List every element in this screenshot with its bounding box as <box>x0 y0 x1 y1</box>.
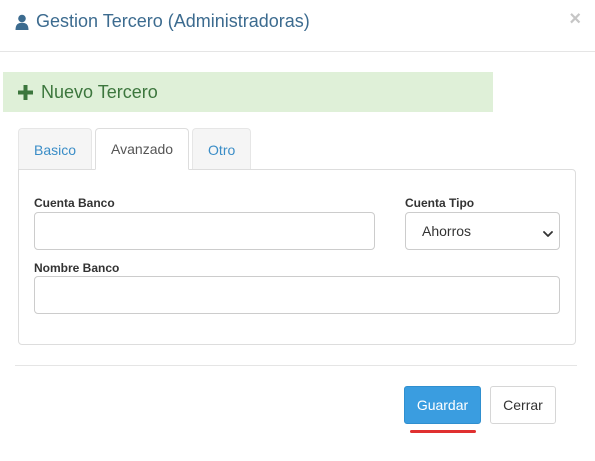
nombre-banco-input[interactable] <box>34 276 560 314</box>
plus-icon <box>18 84 33 100</box>
tab-otro[interactable]: Otro <box>192 128 252 170</box>
chevron-down-icon <box>543 226 553 237</box>
tab-basico[interactable]: Basico <box>18 128 93 170</box>
save-button[interactable]: Guardar <box>404 386 481 424</box>
new-record-banner: Nuevo Tercero <box>3 72 493 112</box>
tab-panel-avanzado: Cuenta Banco Cuenta Tipo Ahorros Nombre … <box>18 169 576 345</box>
cuenta-banco-input[interactable] <box>34 212 375 250</box>
modal-header: Gestion Tercero (Administradoras) × <box>0 0 595 52</box>
banner-title: Nuevo Tercero <box>41 81 158 102</box>
footer-divider <box>15 365 577 366</box>
cuenta-tipo-selected: Ahorros <box>422 223 472 239</box>
nombre-banco-label: Nombre Banco <box>34 261 120 275</box>
tab-bar: Basico Avanzado Otro <box>18 128 254 170</box>
modal-title: Gestion Tercero (Administradoras) <box>15 11 310 32</box>
cuenta-tipo-select[interactable]: Ahorros <box>405 212 560 250</box>
highlight-underline <box>410 430 476 433</box>
tab-avanzado[interactable]: Avanzado <box>95 128 190 170</box>
user-icon <box>15 14 29 30</box>
cuenta-banco-label: Cuenta Banco <box>34 196 115 210</box>
modal-title-text: Gestion Tercero (Administradoras) <box>36 11 310 31</box>
close-button[interactable]: × <box>569 9 581 29</box>
cuenta-tipo-label: Cuenta Tipo <box>405 196 475 210</box>
cancel-button[interactable]: Cerrar <box>490 386 556 424</box>
